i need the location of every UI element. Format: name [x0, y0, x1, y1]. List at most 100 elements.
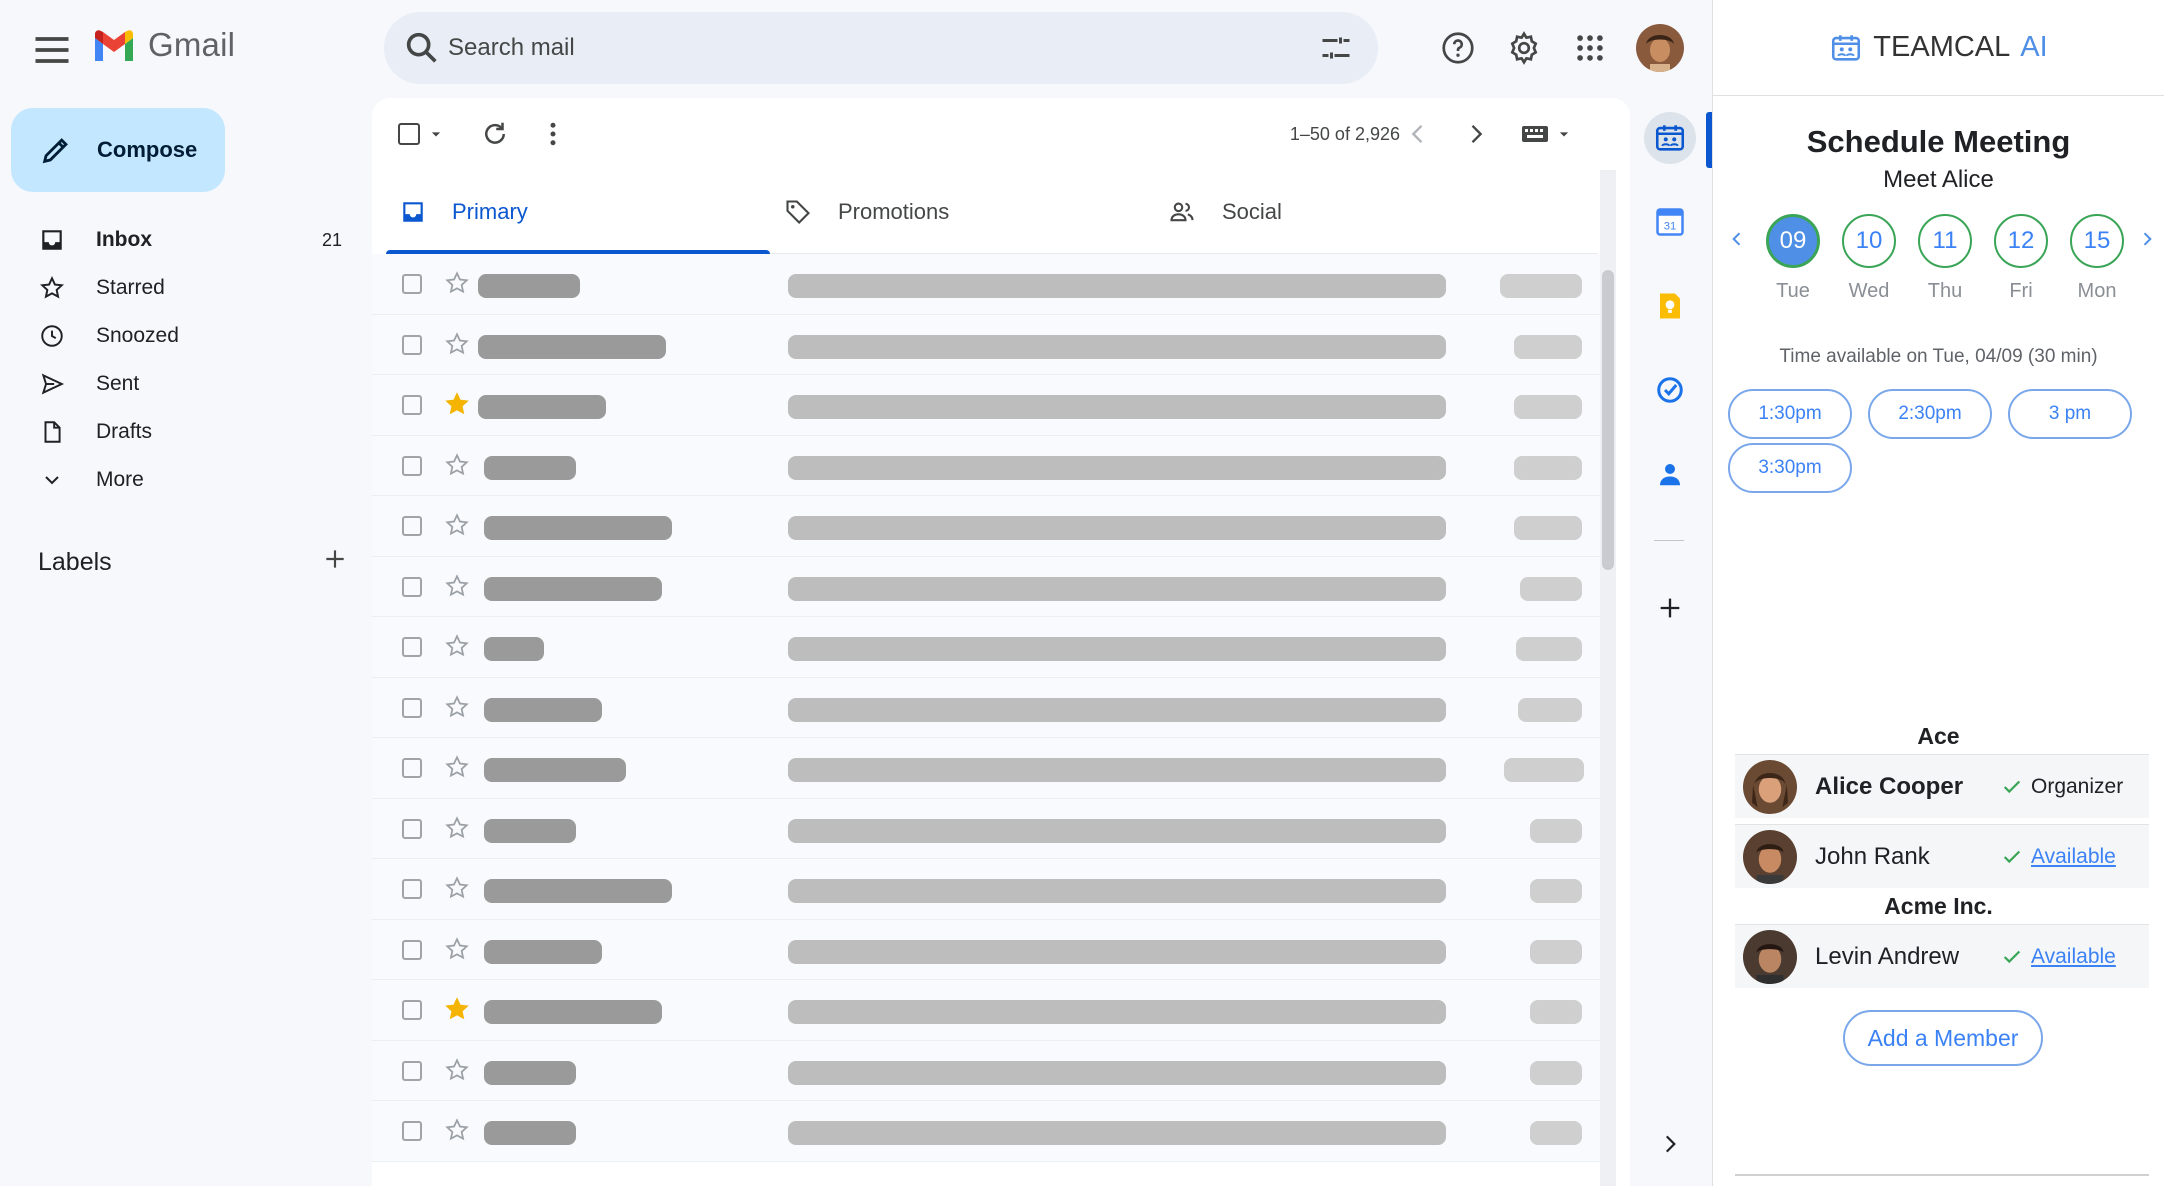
email-row[interactable]	[372, 1040, 1604, 1101]
redacted-sender	[484, 455, 576, 480]
sidebar-item-more[interactable]: More	[0, 456, 360, 504]
more-actions-button[interactable]	[538, 116, 568, 152]
email-row[interactable]	[372, 435, 1604, 496]
member-availability-link[interactable]: Available	[2031, 945, 2116, 969]
email-row[interactable]	[372, 496, 1604, 557]
star-filled-icon[interactable]	[444, 391, 470, 422]
star-icon[interactable]	[444, 633, 470, 664]
sidebar-item-starred[interactable]: Starred	[0, 264, 360, 312]
date-number: 12	[1994, 214, 2048, 268]
date-option[interactable]: 09 Tue	[1766, 214, 1820, 303]
input-tools-button[interactable]	[1520, 116, 1574, 152]
time-slot-button[interactable]: 3 pm	[2008, 389, 2132, 439]
time-slot-button[interactable]: 3:30pm	[1728, 443, 1852, 493]
date-option[interactable]: 10 Wed	[1842, 214, 1896, 303]
row-checkbox[interactable]	[402, 1060, 422, 1081]
email-row[interactable]	[372, 254, 1604, 315]
star-icon[interactable]	[444, 1117, 470, 1148]
sidebar-item-sent[interactable]: Sent	[0, 360, 360, 408]
next-days-button[interactable]	[2137, 228, 2157, 256]
email-row[interactable]	[372, 859, 1604, 920]
member-name: Levin Andrew	[1815, 942, 1960, 970]
account-avatar[interactable]	[1636, 24, 1684, 72]
date-picker: 09 Tue 10 Wed 11 Thu 12 Fri 15 Mon	[1713, 214, 2164, 314]
time-slot-button[interactable]: 2:30pm	[1868, 389, 1992, 439]
sidebar-item-inbox[interactable]: Inbox 21	[0, 216, 360, 264]
main-menu-button[interactable]	[30, 28, 74, 72]
email-row[interactable]	[372, 798, 1604, 859]
date-number: 09	[1766, 214, 1820, 268]
add-member-button[interactable]: Add a Member	[1843, 1010, 2043, 1066]
google-calendar-button[interactable]: 31	[1644, 196, 1696, 248]
hide-side-panel-button[interactable]	[1644, 1118, 1696, 1170]
date-option[interactable]: 11 Thu	[1918, 214, 1972, 303]
email-row[interactable]	[372, 738, 1604, 799]
email-row[interactable]	[372, 556, 1604, 617]
row-checkbox[interactable]	[402, 879, 422, 899]
apps-button[interactable]	[1566, 24, 1614, 72]
row-checkbox[interactable]	[402, 758, 422, 778]
google-contacts-button[interactable]	[1644, 448, 1696, 500]
search-bar[interactable]	[384, 12, 1378, 84]
help-button[interactable]	[1434, 24, 1482, 72]
tab-primary[interactable]: Primary	[386, 170, 770, 255]
tab-social[interactable]: Social	[1154, 170, 1538, 254]
row-checkbox[interactable]	[402, 576, 422, 597]
email-row[interactable]	[372, 919, 1604, 980]
date-option[interactable]: 12 Fri	[1994, 214, 2048, 303]
time-slot-button[interactable]: 1:30pm	[1728, 389, 1852, 439]
row-checkbox[interactable]	[402, 516, 422, 536]
star-icon[interactable]	[444, 754, 470, 785]
row-checkbox[interactable]	[402, 1121, 422, 1141]
email-row[interactable]	[372, 1101, 1604, 1162]
select-all-checkbox[interactable]	[398, 116, 446, 152]
star-icon[interactable]	[444, 875, 470, 906]
star-icon[interactable]	[444, 573, 470, 604]
email-row[interactable]	[372, 375, 1604, 436]
settings-button[interactable]	[1500, 24, 1548, 72]
star-icon[interactable]	[444, 512, 470, 543]
sidebar-item-drafts[interactable]: Drafts	[0, 408, 360, 456]
star-icon[interactable]	[444, 936, 470, 967]
star-icon[interactable]	[444, 1057, 470, 1088]
email-row[interactable]	[372, 677, 1604, 738]
member-avatar	[1743, 829, 1797, 884]
tab-promotions[interactable]: Promotions	[770, 170, 1154, 254]
star-filled-icon[interactable]	[444, 996, 470, 1027]
gmail-logo[interactable]: Gmail	[92, 26, 235, 64]
newer-page-button[interactable]	[1404, 116, 1432, 152]
compose-button[interactable]: Compose	[11, 108, 225, 192]
star-icon[interactable]	[444, 331, 470, 362]
get-addons-button[interactable]	[1644, 582, 1696, 634]
row-checkbox[interactable]	[402, 939, 422, 960]
email-row[interactable]	[372, 980, 1604, 1041]
row-checkbox[interactable]	[402, 637, 422, 657]
star-icon[interactable]	[444, 694, 470, 725]
row-checkbox[interactable]	[402, 818, 422, 839]
date-option[interactable]: 15 Mon	[2070, 214, 2124, 303]
row-checkbox[interactable]	[402, 395, 422, 415]
refresh-button[interactable]	[480, 116, 510, 152]
sidebar-item-snoozed[interactable]: Snoozed	[0, 312, 360, 360]
email-row[interactable]	[372, 314, 1604, 375]
row-checkbox[interactable]	[402, 697, 422, 718]
member-availability-link[interactable]: Available	[2031, 845, 2116, 869]
row-checkbox[interactable]	[402, 274, 422, 294]
row-checkbox[interactable]	[402, 455, 422, 476]
older-page-button[interactable]	[1462, 116, 1490, 152]
teamcal-addon-button[interactable]	[1644, 112, 1696, 164]
email-row[interactable]	[372, 617, 1604, 678]
row-checkbox[interactable]	[402, 1000, 422, 1020]
google-tasks-button[interactable]	[1644, 364, 1696, 416]
search-options-icon[interactable]	[1318, 30, 1354, 71]
star-icon[interactable]	[444, 815, 470, 846]
star-icon[interactable]	[444, 270, 470, 301]
search-input[interactable]	[448, 26, 1248, 70]
scrollbar-thumb[interactable]	[1602, 270, 1614, 570]
google-keep-button[interactable]	[1644, 280, 1696, 332]
mail-list-scrollbar[interactable]	[1600, 170, 1616, 1186]
add-label-button[interactable]	[322, 546, 348, 579]
star-icon[interactable]	[444, 452, 470, 483]
row-checkbox[interactable]	[402, 334, 422, 355]
search-icon[interactable]	[402, 28, 442, 73]
